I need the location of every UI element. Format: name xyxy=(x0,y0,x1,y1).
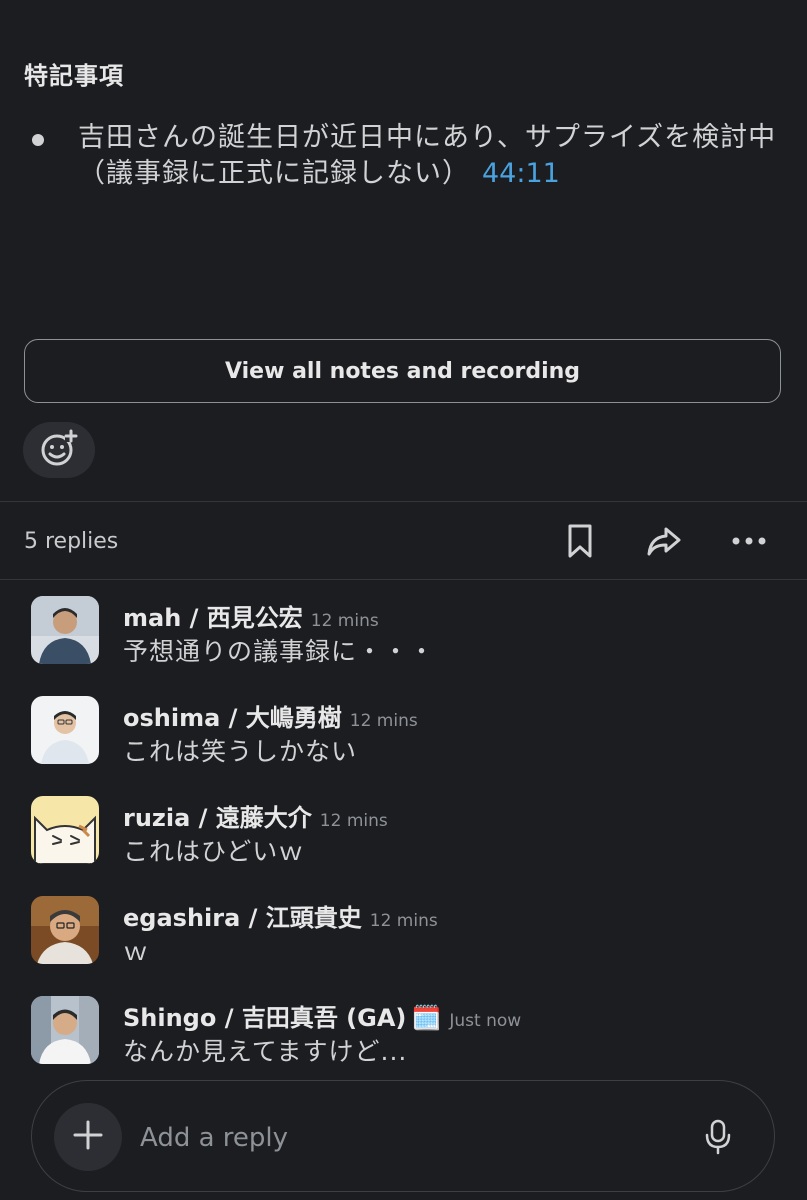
reply-author-name[interactable]: egashira / 江頭貴史 xyxy=(123,904,362,932)
page-title: 特記事項 xyxy=(24,62,124,90)
reply-author-name[interactable]: Shingo / 吉田真吾 (GA) xyxy=(123,1004,406,1032)
reply-message: egashira / 江頭貴史 12 mins ｗ xyxy=(31,896,771,968)
note-bullet-item: 吉田さんの誕生日が近日中にあり、サプライズを検討中（議事録に正式に記録しない） 4… xyxy=(24,120,784,192)
add-emoji-icon xyxy=(39,428,79,472)
reply-text: これはひどいｗ xyxy=(123,837,305,866)
view-all-notes-button[interactable]: View all notes and recording xyxy=(24,339,781,403)
avatar[interactable] xyxy=(31,696,99,764)
recording-timestamp-link[interactable]: 44:11 xyxy=(482,158,560,189)
divider xyxy=(0,579,807,580)
bullet-dot xyxy=(32,134,44,146)
reply-timestamp: 12 mins xyxy=(349,711,418,731)
avatar[interactable] xyxy=(31,796,99,864)
note-bullet-text: 吉田さんの誕生日が近日中にあり、サプライズを検討中（議事録に正式に記録しない） 4… xyxy=(78,120,784,192)
microphone-icon[interactable] xyxy=(698,1117,738,1157)
reply-text: 予想通りの議事録に・・・ xyxy=(123,637,436,666)
reply-text: なんか見えてますけど... xyxy=(123,1037,408,1066)
more-icon[interactable] xyxy=(729,521,769,561)
reply-text: ｗ xyxy=(123,937,150,966)
reply-message: ruzia / 遠藤大介 12 mins これはひどいｗ xyxy=(31,796,771,868)
reply-timestamp: 12 mins xyxy=(319,811,388,831)
replies-count: 5 replies xyxy=(24,529,119,554)
calendar-status-icon: 🗓️ xyxy=(411,1004,442,1032)
reply-timestamp: 12 mins xyxy=(369,911,438,931)
avatar[interactable] xyxy=(31,996,99,1064)
reply-timestamp: 12 mins xyxy=(310,611,379,631)
reply-message: oshima / 大嶋勇樹 12 mins これは笑うしかない xyxy=(31,696,771,768)
reply-message: mah / 西見公宏 12 mins 予想通りの議事録に・・・ xyxy=(31,596,771,668)
reply-composer xyxy=(31,1080,775,1192)
bookmark-icon[interactable] xyxy=(560,521,600,561)
plus-icon xyxy=(73,1120,103,1154)
reply-author-name[interactable]: ruzia / 遠藤大介 xyxy=(123,804,312,832)
reply-message: Shingo / 吉田真吾 (GA) 🗓️ Just now なんか見えてますけど… xyxy=(31,996,771,1068)
avatar[interactable] xyxy=(31,896,99,964)
share-icon[interactable] xyxy=(644,521,684,561)
reply-author-name[interactable]: mah / 西見公宏 xyxy=(123,604,303,632)
divider xyxy=(0,501,807,502)
add-reaction-button[interactable] xyxy=(23,422,95,478)
reply-text: これは笑うしかない xyxy=(123,737,358,766)
reply-author-name[interactable]: oshima / 大嶋勇樹 xyxy=(123,704,342,732)
add-attachment-button[interactable] xyxy=(54,1103,122,1171)
avatar[interactable] xyxy=(31,596,99,664)
reply-input[interactable] xyxy=(138,1119,662,1157)
reply-timestamp: Just now xyxy=(449,1011,522,1031)
note-text: 吉田さんの誕生日が近日中にあり、サプライズを検討中（議事録に正式に記録しない） xyxy=(78,122,777,189)
